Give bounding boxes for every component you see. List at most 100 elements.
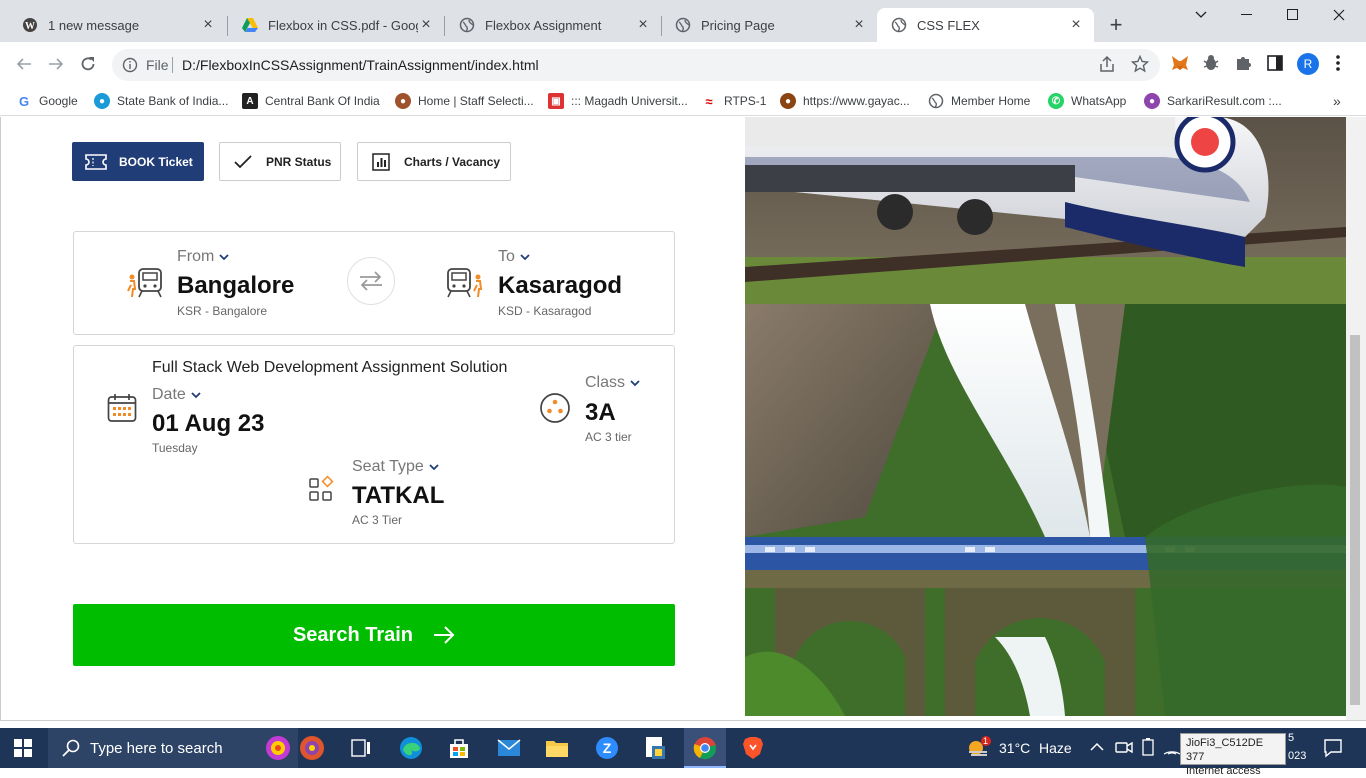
bookmark-gayac[interactable]: ● https://www.gayac... [780, 91, 910, 111]
meet-now-icon[interactable] [1115, 738, 1133, 756]
url-text[interactable]: D:/FlexboxInCSSAssignment/TrainAssignmen… [182, 57, 539, 73]
tab-title: Pricing Page [701, 17, 775, 33]
zoom-icon[interactable]: Z [594, 736, 620, 760]
task-view-icon[interactable] [348, 736, 374, 760]
to-label-text: To [498, 248, 515, 265]
metamask-icon[interactable] [1170, 53, 1190, 73]
class-label[interactable]: Class [585, 374, 640, 392]
close-icon[interactable]: × [418, 16, 434, 33]
weather-condition[interactable]: Haze [1039, 740, 1072, 756]
close-icon[interactable]: × [635, 16, 651, 33]
browser-tab-2[interactable]: Flexbox in CSS.pdf - Google × [228, 8, 444, 42]
bookmark-member-home[interactable]: Member Home [928, 91, 1030, 111]
minimize-button[interactable] [1224, 0, 1270, 30]
globe-icon [891, 17, 907, 33]
info-icon[interactable] [122, 57, 138, 73]
share-icon[interactable] [1098, 55, 1116, 73]
chevron-down-icon [630, 379, 640, 386]
mail-icon[interactable] [496, 736, 522, 760]
swap-stations-button[interactable] [347, 257, 395, 305]
windows-start-icon[interactable] [10, 736, 36, 760]
from-label[interactable]: From [177, 248, 229, 266]
edge-browser-icon[interactable] [398, 736, 424, 760]
bookmark-rtps[interactable]: ≈ RTPS-1 [701, 91, 766, 111]
bookmark-label: Central Bank Of India [265, 94, 380, 108]
date-label[interactable]: Date [152, 386, 201, 404]
reload-button[interactable] [76, 52, 100, 76]
bookmark-magadh-university[interactable]: ▣::: Magadh Universit... [548, 91, 688, 111]
brave-browser-icon[interactable] [740, 736, 766, 760]
chevron-up-icon[interactable] [1090, 740, 1104, 754]
bookmark-staff-selection[interactable]: ● Home | Staff Selecti... [395, 91, 534, 111]
close-icon[interactable]: × [851, 16, 867, 33]
close-icon[interactable]: × [200, 16, 216, 33]
scrollbar-thumb[interactable] [1350, 335, 1360, 705]
class-seat-icon [539, 392, 571, 424]
class-label-text: Class [585, 374, 626, 391]
close-icon[interactable]: × [1068, 16, 1084, 33]
train-station-icon [125, 265, 165, 299]
page-viewport: BOOK Ticket PNR Status Charts / Vacancy … [0, 117, 1366, 720]
to-city[interactable]: Kasaragod [498, 272, 622, 300]
menu-kebab-icon[interactable] [1328, 53, 1348, 73]
puzzle-extensions-icon[interactable] [1234, 53, 1254, 73]
vertical-scrollbar[interactable] [1346, 117, 1366, 720]
browser-tab-3[interactable]: Flexbox Assignment × [445, 8, 661, 42]
bookmark-star-icon[interactable] [1131, 55, 1149, 73]
from-city[interactable]: Bangalore [177, 272, 294, 300]
bookmark-whatsapp[interactable]: ✆ WhatsApp [1048, 91, 1126, 111]
bookmark-sarkari-result[interactable]: ● SarkariResult.com :... [1144, 91, 1282, 111]
pnr-status-tab[interactable]: PNR Status [219, 142, 341, 181]
journey-date[interactable]: 01 Aug 23 [152, 410, 265, 438]
rtps-icon: ≈ [701, 93, 717, 109]
side-panel-icon[interactable] [1265, 53, 1285, 73]
close-window-button[interactable] [1316, 0, 1362, 30]
new-tab-button[interactable]: + [1104, 13, 1128, 37]
search-train-button[interactable]: Search Train [73, 604, 675, 666]
bookmark-label: RTPS-1 [724, 94, 767, 108]
browser-tab-1[interactable]: W 1 new message × [8, 8, 226, 42]
tooltip-network-status: Internet access [1186, 765, 1261, 777]
chrome-taskbar-button-active[interactable] [684, 728, 726, 768]
weather-alert-badge: 1 [983, 736, 989, 746]
back-button[interactable] [12, 52, 36, 76]
file-explorer-icon[interactable] [544, 736, 570, 760]
browser-tab-5-active[interactable]: CSS FLEX × [877, 8, 1094, 42]
tab-title: 1 new message [48, 17, 140, 33]
book-ticket-tab[interactable]: BOOK Ticket [72, 142, 204, 181]
bookmark-sbi[interactable]: ● State Bank of India... [94, 91, 228, 111]
tab-title: Flexbox in CSS.pdf - Google [268, 17, 418, 33]
maximize-button[interactable] [1270, 0, 1316, 30]
page-bottom-edge [0, 720, 1366, 728]
seat-type-label[interactable]: Seat Type [352, 458, 439, 476]
taskbar-search-box[interactable]: Type here to search [48, 728, 298, 768]
angular-icon: A [242, 93, 258, 109]
weather-icon[interactable] [966, 735, 992, 759]
battery-icon[interactable] [1140, 738, 1158, 756]
microsoft-store-icon[interactable] [446, 736, 472, 760]
whatsapp-icon: ✆ [1048, 93, 1064, 109]
bookmark-label: Home | Staff Selecti... [418, 94, 534, 108]
profile-avatar[interactable]: R [1297, 53, 1319, 75]
bookmark-google[interactable]: G Google [16, 91, 78, 111]
address-bar[interactable]: File D:/FlexboxInCSSAssignment/TrainAssi… [112, 49, 1160, 81]
bug-extension-icon[interactable] [1201, 53, 1221, 73]
seat-type-value[interactable]: TATKAL [352, 482, 444, 510]
charts-vacancy-tab[interactable]: Charts / Vacancy [357, 142, 511, 181]
python-file-icon[interactable] [642, 736, 668, 760]
wifi-icon[interactable] [1162, 738, 1182, 756]
taskbar-search-placeholder: Type here to search [90, 739, 223, 757]
weather-temperature[interactable]: 31°C [999, 740, 1030, 756]
more-bookmarks-chevron-icon[interactable]: » [1333, 91, 1341, 111]
chevron-down-icon [191, 391, 201, 398]
search-icon [62, 739, 80, 757]
class-value[interactable]: 3A [585, 399, 616, 427]
tab-search-button[interactable] [1178, 0, 1224, 30]
forward-button[interactable] [44, 52, 68, 76]
tooltip-network-name: JioFi3_C512DE 377 [1186, 737, 1264, 763]
protocol-label: File [146, 57, 169, 73]
bookmark-central-bank[interactable]: A Central Bank Of India [242, 91, 380, 111]
to-label[interactable]: To [498, 248, 530, 266]
browser-tab-4[interactable]: Pricing Page × [661, 8, 877, 42]
notifications-icon[interactable] [1323, 738, 1343, 758]
